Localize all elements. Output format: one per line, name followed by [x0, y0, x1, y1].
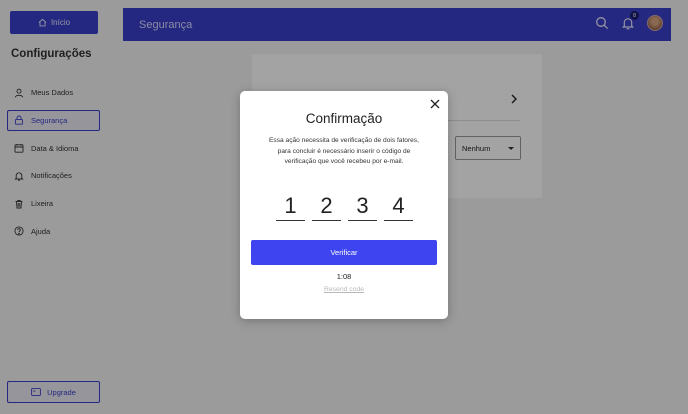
confirmation-modal: Confirmação Essa ação necessita de verif… [240, 91, 448, 319]
verify-button[interactable]: Verificar [251, 240, 437, 265]
code-digit-3[interactable] [348, 191, 377, 221]
modal-description: Essa ação necessita de verificação de do… [269, 137, 419, 165]
code-digit-2[interactable] [312, 191, 341, 221]
close-icon[interactable] [429, 98, 441, 110]
code-digit-1[interactable] [276, 191, 305, 221]
modal-title: Confirmação [305, 111, 383, 126]
verification-code-row [276, 191, 413, 221]
countdown-timer: 1:08 [336, 272, 352, 281]
code-digit-4[interactable] [384, 191, 413, 221]
resend-code-link[interactable]: Resend code [240, 286, 448, 293]
